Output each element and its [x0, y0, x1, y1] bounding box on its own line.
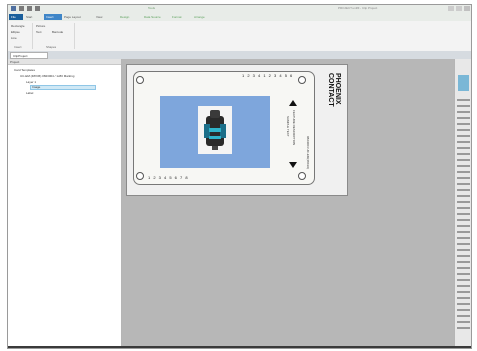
document-tab[interactable]: ClipProject: [10, 52, 48, 59]
tab-design[interactable]: Design: [118, 14, 131, 20]
ribbon-group-label-shapes: Shapes: [46, 45, 57, 49]
property-row[interactable]: [457, 105, 470, 107]
property-row[interactable]: [457, 159, 470, 161]
property-row[interactable]: [457, 117, 470, 119]
ribbon-item-barcode[interactable]: Barcode: [52, 30, 63, 34]
property-row[interactable]: [457, 201, 470, 203]
tab-insert[interactable]: Insert: [44, 14, 62, 20]
property-row[interactable]: [457, 261, 470, 263]
ribbon-item-line[interactable]: Line: [11, 36, 17, 40]
property-row[interactable]: [457, 189, 470, 191]
side-text-1: FEATURE DESCRIPTION: [292, 110, 296, 146]
property-row[interactable]: [457, 213, 470, 215]
ribbon: Rectangle Ellipse Line Picture Text Barc…: [8, 21, 471, 52]
property-row[interactable]: [457, 171, 470, 173]
ribbon-group-label-insert: Insert: [14, 45, 22, 49]
property-row[interactable]: [457, 237, 470, 239]
property-row[interactable]: [457, 231, 470, 233]
ribbon-item-rectangle[interactable]: Rectangle: [11, 24, 25, 28]
tab-view[interactable]: View: [94, 14, 104, 20]
blue-print-area[interactable]: [160, 96, 270, 168]
property-row[interactable]: [457, 243, 470, 245]
design-canvas[interactable]: 1 2 3 4 1 2 3 4 5 6 1 2 3 4 5 6 7 8 FEAT…: [122, 59, 454, 348]
property-row[interactable]: [457, 267, 470, 269]
maximize-icon[interactable]: [456, 6, 462, 11]
property-row[interactable]: [457, 99, 470, 101]
tab-file[interactable]: File: [9, 14, 23, 20]
tree-node-card-templates[interactable]: Card Templates: [14, 68, 35, 73]
tree-node-image[interactable]: Image: [32, 85, 40, 90]
close-icon[interactable]: [464, 6, 470, 11]
bottom-ruler-ticks: 1 2 3 4 5 6 7 8: [148, 175, 189, 180]
property-row[interactable]: [457, 249, 470, 251]
corner-hole: [298, 172, 306, 180]
ribbon-item-text[interactable]: Text: [36, 30, 42, 34]
tab-arrange[interactable]: Arrange: [192, 14, 207, 20]
arrow-down-icon: [289, 162, 297, 168]
window-title: PROJECT.unifill - Clip Project: [338, 6, 378, 10]
tab-format[interactable]: Format: [170, 14, 184, 20]
property-row[interactable]: [457, 285, 470, 287]
property-row[interactable]: [457, 195, 470, 197]
backpack-icon: [204, 110, 226, 150]
corner-hole: [136, 76, 144, 84]
save-icon[interactable]: [19, 6, 24, 11]
arrow-up-icon: [289, 100, 297, 106]
tree-node-label[interactable]: Label: [26, 91, 33, 96]
redo-icon[interactable]: [35, 6, 40, 11]
label-page[interactable]: 1 2 3 4 1 2 3 4 5 6 1 2 3 4 5 6 7 8 FEAT…: [126, 64, 348, 196]
tab-data-source[interactable]: Data Source: [142, 14, 163, 20]
corner-hole: [136, 172, 144, 180]
side-text-3: 0823004 UC-EM(48X36): [306, 136, 310, 170]
tab-start[interactable]: Start: [24, 14, 34, 20]
property-row[interactable]: [457, 327, 470, 329]
property-row[interactable]: [457, 273, 470, 275]
corner-hole: [298, 76, 306, 84]
property-row[interactable]: [457, 303, 470, 305]
side-text-2: SAMPLE TEXT: [286, 116, 290, 137]
ribbon-separator: [74, 23, 75, 49]
property-row[interactable]: [457, 135, 470, 137]
property-row[interactable]: [457, 297, 470, 299]
ribbon-item-ellipse[interactable]: Ellipse: [11, 30, 20, 34]
property-row[interactable]: [457, 129, 470, 131]
property-row[interactable]: [457, 123, 470, 125]
property-row[interactable]: [457, 165, 470, 167]
property-row[interactable]: [457, 147, 470, 149]
properties-panel: [454, 59, 471, 348]
ribbon-item-picture[interactable]: Picture: [36, 24, 45, 28]
title-bar: Tools PROJECT.unifill - Clip Project: [8, 5, 471, 13]
project-panel: Project Card Templates UC-EM (48X36) 082…: [8, 59, 122, 348]
property-row[interactable]: [457, 219, 470, 221]
tab-page-layout[interactable]: Page Layout: [62, 14, 83, 20]
preview-thumbnail[interactable]: [458, 75, 469, 91]
property-row[interactable]: [457, 225, 470, 227]
ribbon-separator: [32, 23, 33, 49]
property-row[interactable]: [457, 207, 470, 209]
label-card[interactable]: 1 2 3 4 1 2 3 4 5 6 1 2 3 4 5 6 7 8 FEAT…: [133, 71, 315, 185]
property-row[interactable]: [457, 255, 470, 257]
property-row[interactable]: [457, 183, 470, 185]
ribbon-tabs: File Start Insert Page Layout View Desig…: [8, 13, 471, 21]
property-row[interactable]: [457, 309, 470, 311]
tree-node-template[interactable]: UC-EM (48X36) 0823004 / 1x80 Marking: [20, 74, 74, 79]
context-tab-label: Tools: [148, 6, 156, 10]
property-row[interactable]: [457, 111, 470, 113]
property-row[interactable]: [457, 153, 470, 155]
app-window: Tools PROJECT.unifill - Clip Project Fil…: [7, 4, 472, 349]
brand-logo: PHOENIX CONTACT: [327, 73, 341, 107]
status-bar: [8, 346, 471, 348]
product-image[interactable]: [198, 106, 232, 154]
undo-icon[interactable]: [27, 6, 32, 11]
panel-header: Project: [8, 59, 121, 65]
app-icon: [11, 6, 16, 11]
property-row[interactable]: [457, 321, 470, 323]
minimize-icon[interactable]: [448, 6, 454, 11]
property-row[interactable]: [457, 291, 470, 293]
top-ruler-ticks: 1 2 3 4 1 2 3 4 5 6: [242, 73, 294, 78]
property-row[interactable]: [457, 315, 470, 317]
property-row[interactable]: [457, 279, 470, 281]
property-row[interactable]: [457, 141, 470, 143]
property-row[interactable]: [457, 177, 470, 179]
